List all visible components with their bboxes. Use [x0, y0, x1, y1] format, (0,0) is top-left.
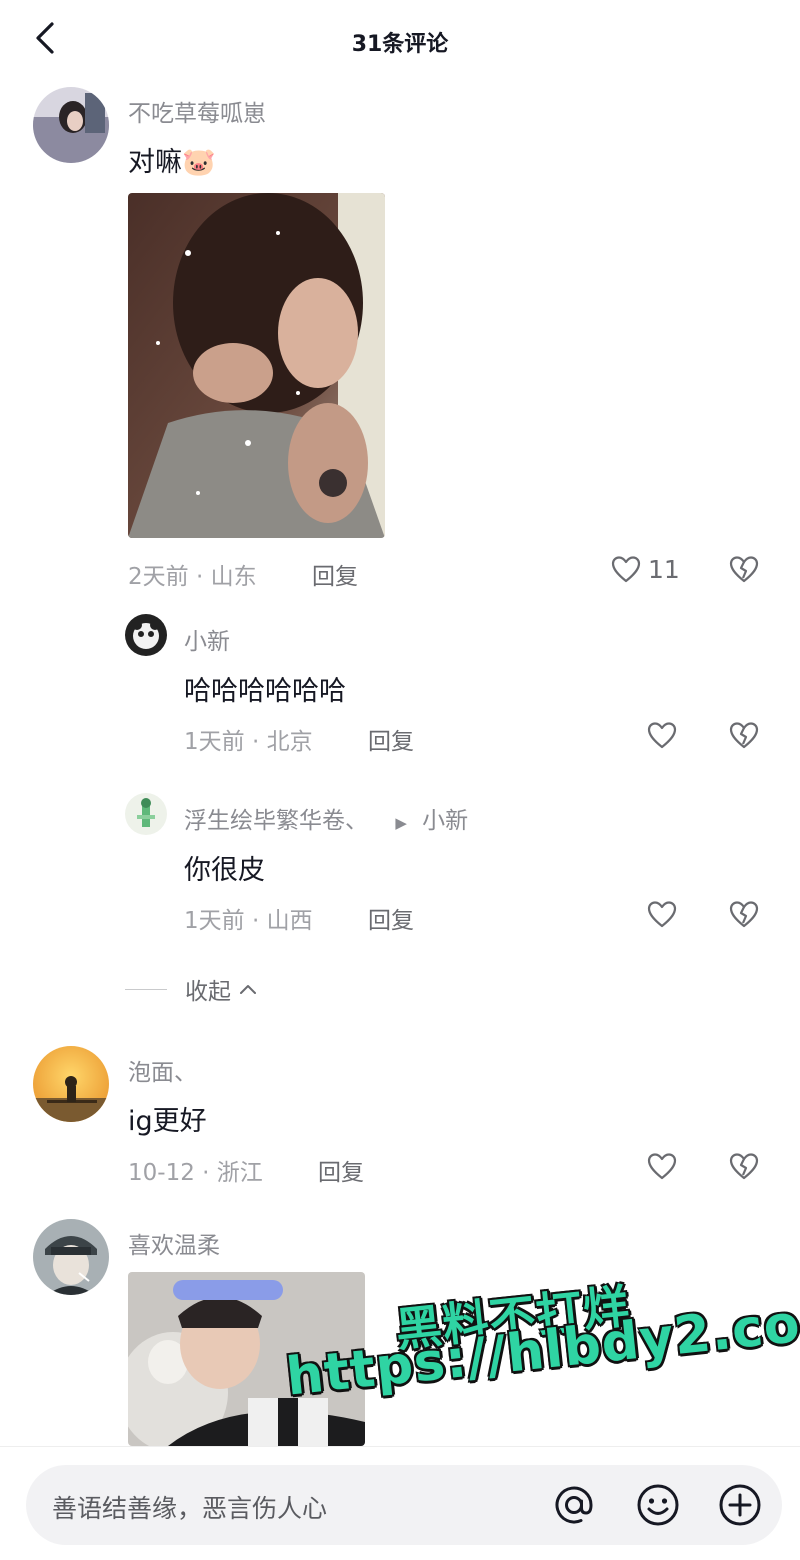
photo-girl-image: [128, 193, 385, 538]
heart-icon: [647, 901, 677, 928]
comment-image[interactable]: [128, 193, 385, 538]
like-button[interactable]: 11: [610, 553, 680, 585]
like-button[interactable]: [646, 898, 678, 930]
broken-heart-icon: [729, 1153, 759, 1180]
mention-button[interactable]: [550, 1481, 598, 1529]
like-button[interactable]: [646, 1150, 678, 1182]
reply-button[interactable]: 回复: [312, 557, 358, 591]
reply-target[interactable]: 小新: [422, 808, 468, 834]
avatar[interactable]: [125, 793, 167, 835]
reply-button[interactable]: 回复: [368, 901, 414, 935]
dislike-button[interactable]: [728, 898, 760, 930]
comment-time: 2天前: [128, 564, 189, 590]
dislike-button[interactable]: [728, 719, 760, 751]
heart-icon: [647, 1153, 677, 1180]
reply-meta: 1天前 · 北京: [184, 722, 313, 756]
comment-text: ig更好: [128, 1106, 207, 1137]
comment-input[interactable]: 善语结善缘，恶言伤人心: [26, 1465, 782, 1545]
comment-location: 山东: [210, 564, 257, 590]
dislike-button[interactable]: [728, 553, 760, 585]
chevron-up-icon: [240, 985, 256, 994]
reply-username[interactable]: 小新: [184, 622, 230, 656]
avatar[interactable]: [125, 614, 167, 656]
reply-text: 你很皮: [184, 855, 265, 886]
meta-separator: ·: [202, 1160, 217, 1186]
comment-text: 对嘛🐷: [128, 147, 216, 178]
input-placeholder: 善语结善缘，恶言伤人心: [52, 1494, 328, 1523]
like-count: 11: [648, 554, 680, 584]
broken-heart-icon: [729, 556, 759, 583]
reply-button[interactable]: 回复: [368, 722, 414, 756]
comment-time: 10-12: [128, 1160, 195, 1186]
comment-time: 1天前: [184, 729, 245, 755]
reply-button[interactable]: 回复: [318, 1153, 364, 1187]
avatar[interactable]: [33, 1046, 109, 1122]
at-icon: [555, 1486, 593, 1524]
comment-username[interactable]: 泡面、: [128, 1053, 197, 1087]
comment-meta: 10-12 · 浙江: [128, 1153, 263, 1187]
comment-location: 山西: [266, 908, 313, 934]
reply-meta: 1天前 · 山西: [184, 901, 313, 935]
avatar-image: [33, 87, 109, 163]
collapse-replies-button[interactable]: 收起: [125, 972, 259, 1006]
comment-location: 浙江: [216, 1160, 263, 1186]
reply-username[interactable]: 浮生绘毕繁华卷、 ▶ 小新: [184, 801, 468, 835]
collapse-label: 收起: [185, 979, 231, 1005]
meta-separator: ·: [251, 908, 267, 934]
reply-text: 哈哈哈哈哈哈: [184, 676, 346, 707]
avatar[interactable]: [33, 1219, 109, 1295]
comment-username[interactable]: 不吃草莓呱崽: [128, 94, 266, 128]
avatar-image: [125, 793, 167, 835]
smiley-icon: [637, 1484, 679, 1526]
avatar-image: [125, 614, 167, 656]
heart-icon: [647, 722, 677, 749]
comment-input-bar: 善语结善缘，恶言伤人心: [0, 1446, 800, 1560]
avatar[interactable]: [33, 87, 109, 163]
like-button[interactable]: [646, 719, 678, 751]
reply-author[interactable]: 浮生绘毕繁华卷、: [184, 808, 368, 834]
avatar-image: [33, 1219, 109, 1295]
emoji-button[interactable]: [634, 1481, 682, 1529]
comment-location: 北京: [266, 729, 313, 755]
comment-time: 1天前: [184, 908, 245, 934]
add-button[interactable]: [716, 1481, 764, 1529]
play-triangle-icon: ▶: [395, 814, 407, 832]
meta-separator: ·: [195, 564, 211, 590]
meta-separator: ·: [251, 729, 267, 755]
comment-meta: 2天前 · 山东: [128, 557, 257, 591]
dislike-button[interactable]: [728, 1150, 760, 1182]
broken-heart-icon: [729, 901, 759, 928]
header: 31条评论: [0, 0, 800, 82]
divider: [125, 988, 167, 990]
heart-icon: [611, 556, 641, 583]
broken-heart-icon: [729, 722, 759, 749]
plus-circle-icon: [719, 1484, 761, 1526]
page-title: 31条评论: [351, 32, 449, 57]
avatar-image: [33, 1046, 109, 1122]
comment-username[interactable]: 喜欢温柔: [128, 1226, 220, 1260]
